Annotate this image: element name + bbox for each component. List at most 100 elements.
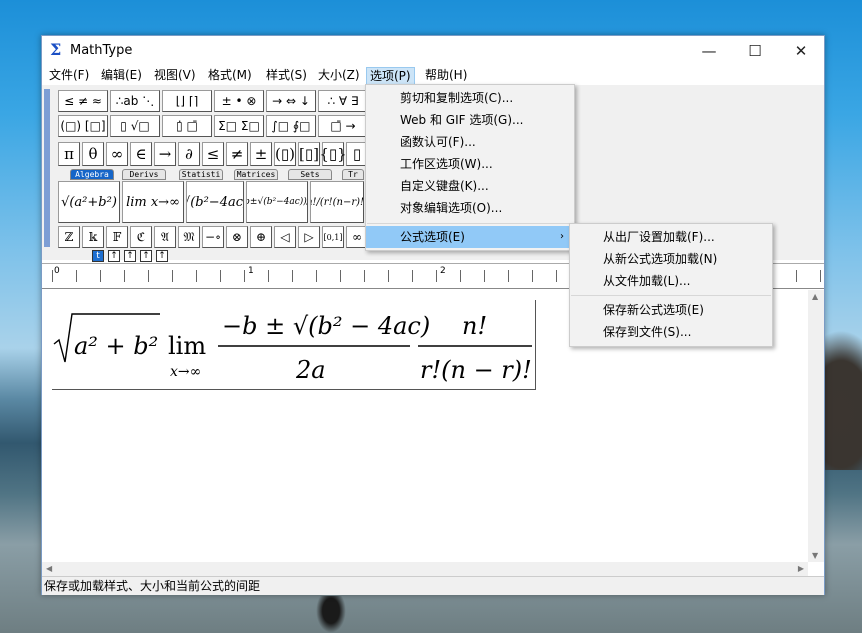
palette-fractions-button[interactable]: ▯ √□ bbox=[110, 115, 160, 137]
menu-item-web-gif-options[interactable]: Web 和 GIF 选项(G)... bbox=[366, 109, 574, 131]
menu-item-equation-options[interactable]: 公式选项(E) › bbox=[366, 226, 574, 248]
eq-lim: lim bbox=[168, 332, 206, 360]
symbol-leq[interactable]: ≤ bbox=[202, 142, 224, 166]
options-dropdown-menu: 剪切和复制选项(C)... Web 和 GIF 选项(G)... 函数认可(F)… bbox=[365, 84, 575, 251]
scroll-left-icon[interactable]: ◀ bbox=[46, 564, 52, 573]
eq-comb-denominator: r!(n − r)! bbox=[420, 356, 532, 384]
symbol-oplus[interactable]: ⊕ bbox=[250, 226, 272, 248]
submenu-save-new-equation-prefs[interactable]: 保存新公式选项(E) bbox=[570, 299, 772, 321]
horizontal-scrollbar[interactable]: ◀ ▶ bbox=[42, 562, 808, 576]
menu-size[interactable]: 大小(Z) bbox=[315, 67, 363, 85]
menu-options[interactable]: 选项(P) bbox=[366, 67, 415, 85]
symbol-otimes[interactable]: ⊗ bbox=[226, 226, 248, 248]
palette-spaces-button[interactable]: ∴ab ⋱ bbox=[110, 90, 160, 112]
menu-edit[interactable]: 编辑(E) bbox=[98, 67, 145, 85]
submenu-save-to-file[interactable]: 保存到文件(S)... bbox=[570, 321, 772, 343]
symbol-arrow[interactable]: → bbox=[154, 142, 176, 166]
menu-help[interactable]: 帮助(H) bbox=[422, 67, 470, 85]
symbol-field-k[interactable]: 𝕜 bbox=[82, 226, 104, 248]
symbol-element[interactable]: ∈ bbox=[130, 142, 152, 166]
maximize-button[interactable]: ☐ bbox=[732, 36, 778, 65]
submenu-load-new-equation-prefs[interactable]: 从新公式选项加载(N) bbox=[570, 248, 772, 270]
palette-integrals-button[interactable]: ∫□ ∮□ bbox=[266, 115, 316, 137]
equation-options-submenu: 从出厂设置加载(F)... 从新公式选项加载(N) 从文件加载(L)... 保存… bbox=[569, 223, 773, 347]
symbol-fraktur-a[interactable]: 𝔄 bbox=[154, 226, 176, 248]
menu-format[interactable]: 格式(M) bbox=[205, 67, 255, 85]
symbol-multimap[interactable]: −∘ bbox=[202, 226, 224, 248]
menu-separator bbox=[367, 223, 573, 224]
symbol-theta[interactable]: θ bbox=[82, 142, 104, 166]
menu-style[interactable]: 样式(S) bbox=[263, 67, 310, 85]
template-discriminant[interactable]: √(b²−4ac) bbox=[186, 181, 244, 223]
symbol-brackets[interactable]: [▯] bbox=[298, 142, 320, 166]
template-sqrt-sum[interactable]: √(a²+b²) bbox=[58, 181, 120, 223]
scroll-down-icon[interactable]: ▼ bbox=[812, 551, 818, 560]
tab-trig[interactable]: Tr bbox=[342, 169, 364, 180]
symbol-integers[interactable]: ℤ bbox=[58, 226, 80, 248]
palette-arrows-button[interactable]: → ⇔ ↓ bbox=[266, 90, 316, 112]
menu-item-object-edit-options[interactable]: 对象编辑选项(O)... bbox=[366, 197, 574, 219]
tab-statistics[interactable]: Statisti bbox=[179, 169, 223, 180]
eq-quad-denominator: 2a bbox=[295, 356, 326, 384]
tab-algebra[interactable]: Algebra bbox=[70, 169, 114, 180]
symbol-pi[interactable]: π bbox=[58, 142, 80, 166]
ruler-mark-0: 0 bbox=[54, 266, 60, 276]
palette-scripts-button[interactable]: ▯̇ □̄ bbox=[162, 115, 212, 137]
size-toggle-icon[interactable]: t bbox=[92, 250, 104, 262]
eq-comb-numerator: n! bbox=[462, 312, 487, 340]
symbol-parens[interactable]: (▯) bbox=[274, 142, 296, 166]
nudge-up-4-icon[interactable]: ↑ bbox=[156, 250, 168, 262]
eq-quad-numerator: −b ± √(b² − 4ac) bbox=[222, 312, 430, 340]
menu-item-customize-keyboard[interactable]: 自定义键盘(K)... bbox=[366, 175, 574, 197]
eq-lim-sub: x→∞ bbox=[170, 364, 201, 380]
minimize-button[interactable]: — bbox=[686, 36, 732, 65]
tab-sets[interactable]: Sets bbox=[288, 169, 332, 180]
nudge-up-2-icon[interactable]: ↑ bbox=[124, 250, 136, 262]
nudge-up-3-icon[interactable]: ↑ bbox=[140, 250, 152, 262]
tab-matrices[interactable]: Matrices bbox=[234, 169, 278, 180]
template-limit[interactable]: lim x→∞ bbox=[122, 181, 184, 223]
palette-drag-handle[interactable] bbox=[44, 89, 50, 247]
palette-bars-button[interactable]: □̄ → bbox=[318, 115, 368, 137]
scroll-up-icon[interactable]: ▲ bbox=[812, 292, 818, 301]
palette-logic-button[interactable]: ∴ ∀ ∃ bbox=[318, 90, 368, 112]
submenu-arrow-icon: › bbox=[560, 231, 564, 242]
scroll-right-icon[interactable]: ▶ bbox=[798, 564, 804, 573]
symbol-left-triangle[interactable]: ◁ bbox=[274, 226, 296, 248]
equation-rendering: a² + b² lim x→∞ −b ± √(b² − 4ac) 2a n! r… bbox=[53, 312, 532, 384]
submenu-load-factory[interactable]: 从出厂设置加载(F)... bbox=[570, 226, 772, 248]
menu-view[interactable]: 视图(V) bbox=[151, 67, 199, 85]
equation[interactable]: a² + b² lim x→∞ −b ± √(b² − 4ac) 2a n! r… bbox=[52, 300, 536, 390]
vertical-scrollbar[interactable]: ▲ ▼ bbox=[808, 290, 824, 562]
symbol-infinity[interactable]: ∞ bbox=[106, 142, 128, 166]
window-title: MathType bbox=[70, 43, 133, 58]
ruler-mark-2: 2 bbox=[440, 266, 446, 276]
template-combination[interactable]: n!/(r!(n−r)!) bbox=[310, 181, 364, 223]
menu-item-workspace-options[interactable]: 工作区选项(W)... bbox=[366, 153, 574, 175]
symbol-braces[interactable]: {▯} bbox=[319, 142, 347, 166]
palette-fences-button[interactable]: (□) [□] bbox=[58, 115, 108, 137]
template-quadratic[interactable]: (−b±√(b²−4ac))/2a bbox=[246, 181, 308, 223]
symbol-partial[interactable]: ∂ bbox=[178, 142, 200, 166]
palette-operators-button[interactable]: ± • ⊗ bbox=[214, 90, 264, 112]
palette-sums-button[interactable]: Σ□ Σ□ bbox=[214, 115, 264, 137]
menu-item-cut-copy-options[interactable]: 剪切和复制选项(C)... bbox=[366, 87, 574, 109]
close-button[interactable]: ✕ bbox=[778, 36, 824, 65]
symbol-fraktur-f[interactable]: 𝔽 bbox=[106, 226, 128, 248]
submenu-load-from-file[interactable]: 从文件加载(L)... bbox=[570, 270, 772, 292]
menu-item-equation-options-label: 公式选项(E) bbox=[400, 230, 465, 244]
palette-embellish-button[interactable]: ⌊⌋ ⌈⌉ bbox=[162, 90, 212, 112]
symbol-plusminus[interactable]: ± bbox=[250, 142, 272, 166]
symbol-fraktur-c[interactable]: ℭ bbox=[130, 226, 152, 248]
symbol-interval[interactable]: [0,1] bbox=[322, 226, 344, 248]
palette-relations-button[interactable]: ≤ ≠ ≈ bbox=[58, 90, 108, 112]
symbol-neq[interactable]: ≠ bbox=[226, 142, 248, 166]
symbol-script-m[interactable]: 𝔐 bbox=[178, 226, 200, 248]
nudge-up-icon[interactable]: ↑ bbox=[108, 250, 120, 262]
tab-derivs[interactable]: Derivs bbox=[122, 169, 166, 180]
menu-file[interactable]: 文件(F) bbox=[46, 67, 92, 85]
menubar: 文件(F) 编辑(E) 视图(V) 格式(M) 样式(S) 大小(Z) 选项(P… bbox=[42, 65, 824, 85]
symbol-right-triangle[interactable]: ▷ bbox=[298, 226, 320, 248]
mathtype-logo-icon: Σ bbox=[50, 40, 62, 59]
menu-item-function-recognition[interactable]: 函数认可(F)... bbox=[366, 131, 574, 153]
